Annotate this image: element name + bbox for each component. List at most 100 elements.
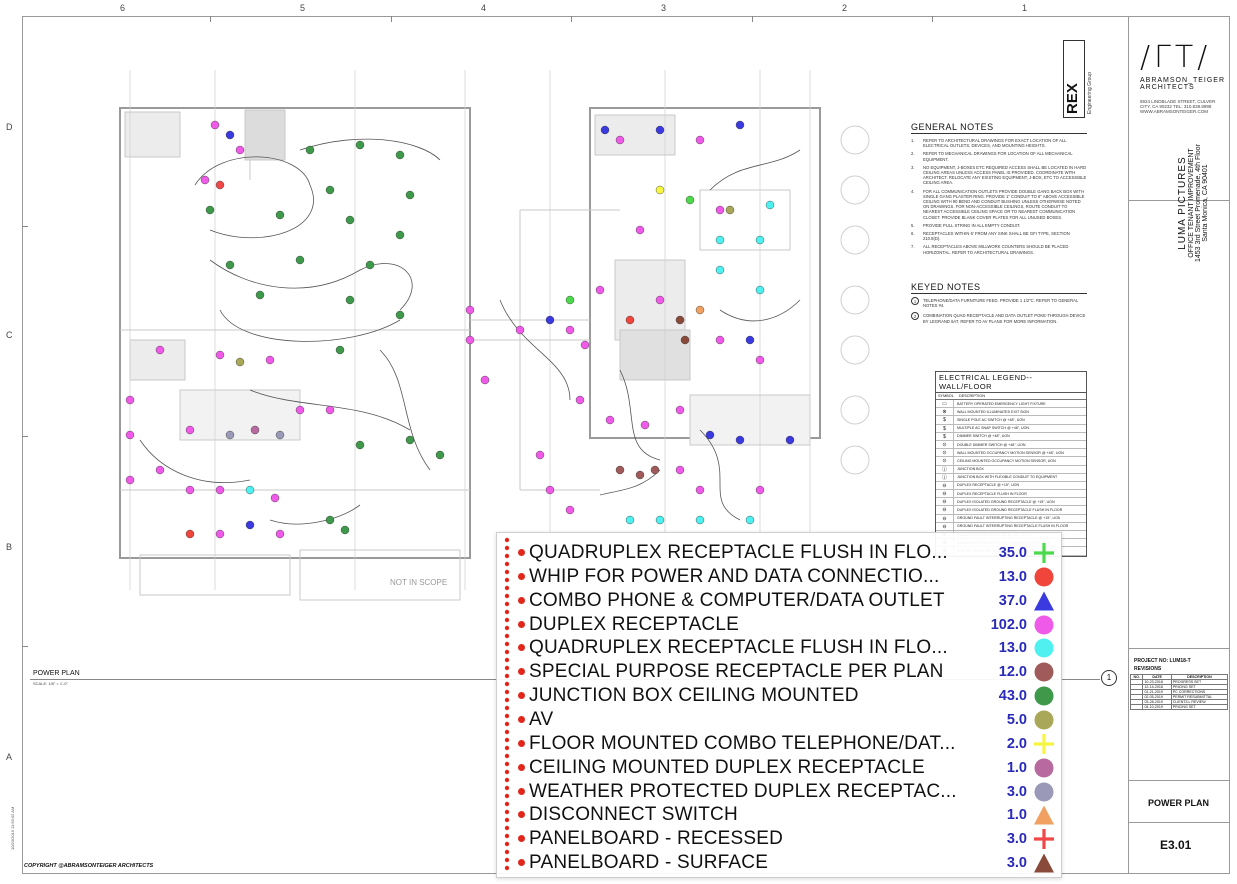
legend-item-label: QUADRUPLEX RECEPTACLE FLUSH IN FLO...	[529, 637, 948, 659]
plan-device-symbol	[705, 430, 715, 440]
plan-device-symbol	[185, 485, 195, 495]
legend-item[interactable]: JUNCTION BOX CEILING MOUNTED 43.0	[497, 684, 1063, 708]
plan-device-symbol	[655, 515, 665, 525]
legend-item[interactable]: WHIP FOR POWER AND DATA CONNECTIO... 13.0	[497, 565, 1063, 589]
engineer-name: REX	[1064, 83, 1081, 114]
triangle-symbol-icon	[1034, 591, 1054, 611]
legend-description: DOUBLE DIMMER SWITCH @ +48", UON	[957, 442, 1026, 447]
electrical-legend-table: ELECTRICAL LEGEND--WALL/FLOOR SYMBOL DES…	[935, 371, 1087, 557]
legend-item[interactable]: FLOOR MOUNTED COMBO TELEPHONE/DAT... 2.0	[497, 732, 1063, 756]
electrical-legend-row: ▭ BATTERY OPERATED EMERGENCY LIGHT FIXTUR…	[936, 400, 1086, 409]
firm-name: ABRAMSON_TEIGER ARCHITECTS	[1140, 77, 1226, 91]
plan-device-symbol	[185, 425, 195, 435]
zone-column-label: 5	[300, 3, 306, 13]
plan-device-symbol	[715, 265, 725, 275]
general-note-item: 6. RECEPTACLES WITHIN 6' FROM ANY SINK SH…	[911, 231, 1070, 242]
electrical-legend-row: $ MULTIPLE AC SNAP SWITCH @ +48", UON	[936, 424, 1086, 433]
project-description: OFFICE TENANT IMPROVEMENT	[1188, 148, 1195, 258]
legend-item-label: COMBO PHONE & COMPUTER/DATA OUTLET	[529, 589, 945, 611]
plan-device-symbol	[655, 295, 665, 305]
legend-description: DUPLEX ISOLATED GROUND RECEPTACLE @ +15"…	[957, 499, 1055, 504]
plan-device-symbol	[580, 340, 590, 350]
plan-device-symbol	[200, 175, 210, 185]
legend-description: DUPLEX RECEPTACLE @ +15", UON	[957, 483, 1020, 488]
plan-device-symbol	[715, 235, 725, 245]
legend-description: DIMMER SWITCH @ +48", UON	[957, 434, 1010, 439]
legend-item[interactable]: DISCONNECT SWITCH 1.0	[497, 803, 1063, 827]
legend-description: JUNCTION BOX	[957, 467, 984, 472]
plan-device-symbol	[155, 465, 165, 475]
legend-item[interactable]: CEILING MOUNTED DUPLEX RECEPTACLE 1.0	[497, 756, 1063, 780]
plan-device-symbol	[695, 485, 705, 495]
legend-item[interactable]: DUPLEX RECEPTACLE 102.0	[497, 613, 1063, 637]
floor-plan-drawing[interactable]: NOT IN SCOPE	[100, 50, 890, 610]
plus-symbol-icon	[1034, 543, 1054, 563]
plan-device-symbol	[245, 485, 255, 495]
legend-description: MULTIPLE AC SNAP SWITCH @ +48", UON	[957, 426, 1029, 431]
legend-item[interactable]: PANELBOARD - RECESSED 3.0	[497, 827, 1063, 851]
legend-item[interactable]: WEATHER PROTECTED DUPLEX RECEPTAC... 3.0	[497, 780, 1063, 804]
legend-item-label: QUADRUPLEX RECEPTACLE FLUSH IN FLO...	[529, 542, 948, 563]
engineer-subtitle: Engineering Group	[1087, 72, 1093, 114]
plan-device-symbol	[275, 210, 285, 220]
plan-device-symbol	[155, 345, 165, 355]
triangle-symbol-icon	[1034, 805, 1054, 825]
general-note-item: 2. REFER TO MECHANICAL DRAWINGS FOR LOCAT…	[911, 151, 1073, 162]
legend-item-label: JUNCTION BOX CEILING MOUNTED	[529, 685, 859, 707]
plan-device-symbol	[675, 465, 685, 475]
electrical-legend-row: ⊖ DUPLEX ISOLATED GROUND RECEPTACLE @ +15…	[936, 498, 1086, 507]
plan-device-symbol	[605, 415, 615, 425]
plan-device-symbol	[635, 225, 645, 235]
sheet-title: POWER PLAN	[1148, 798, 1210, 808]
symbol-count-legend[interactable]: QUADRUPLEX RECEPTACLE FLUSH IN FLO... 35.…	[496, 532, 1062, 878]
plan-device-symbol	[515, 325, 525, 335]
legend-symbol: ⊖	[936, 522, 954, 530]
zone-row-label: C	[6, 330, 13, 340]
legend-item-count: 1.0	[1006, 807, 1027, 824]
general-note-item: 3. NO EQUIPMENT, J-BOXES ETC REQUIRED ACC…	[911, 164, 1087, 186]
revisions-title: REVISIONS	[1134, 666, 1162, 672]
general-note-item: 1. REFER TO ARCHITECTURAL DRAWINGS FOR EX…	[911, 138, 1067, 149]
revision-cell: 04-10-2019	[1142, 704, 1172, 710]
legend-item-count: 3.0	[1006, 855, 1027, 872]
plan-device-symbol	[615, 135, 625, 145]
legend-item-count: 3.0	[1006, 831, 1027, 848]
legend-symbol: ⊖	[936, 490, 954, 498]
plan-device-symbol	[215, 529, 225, 539]
zone-column-label: 2	[842, 3, 848, 13]
legend-item[interactable]: PANELBOARD - SURFACE 3.0	[497, 851, 1063, 875]
legend-item-label: WHIP FOR POWER AND DATA CONNECTIO...	[529, 565, 940, 587]
bullet-icon	[518, 739, 525, 747]
plan-scale: SCALE: 1/8" = 1'-0"	[33, 681, 68, 686]
plan-device-symbol	[345, 215, 355, 225]
legend-description: BATTERY OPERATED EMERGENCY LIGHT FIXTURE	[957, 401, 1046, 406]
bullet-icon	[518, 692, 525, 700]
plan-device-symbol	[655, 185, 665, 195]
general-note-item: 5. PROVIDE PULL STRING IN ALL EMPTY CONDU…	[911, 222, 1021, 228]
project-address: 1453 3rd Street Promenade, 4th Floor	[1195, 144, 1202, 262]
legend-symbol: ⊗	[936, 408, 954, 416]
electrical-legend-row: ⊖ GROUND FAULT INTERRUPTING RECEPTACLE FL…	[936, 522, 1086, 531]
plan-device-symbol	[405, 190, 415, 200]
zone-row-label: B	[6, 542, 13, 552]
legend-description: GROUND FAULT INTERRUPTING RECEPTACLE FLU…	[957, 524, 1069, 529]
firm-address: 8924 LINDBLADE STREET, CULVER CITY, CA 9…	[1140, 99, 1216, 114]
plan-device-symbol	[125, 430, 135, 440]
legend-item[interactable]: COMBO PHONE & COMPUTER/DATA OUTLET 37.0	[497, 589, 1063, 613]
legend-item[interactable]: QUADRUPLEX RECEPTACLE FLUSH IN FLO... 35.…	[497, 541, 1063, 565]
legend-item[interactable]: QUADRUPLEX RECEPTACLE FLUSH IN FLO... 13.…	[497, 636, 1063, 660]
plan-device-symbol	[755, 485, 765, 495]
plan-device-symbol	[465, 335, 475, 345]
plan-device-symbol	[625, 315, 635, 325]
engineer-stamp: REX Engineering Group	[1063, 40, 1121, 120]
plan-device-symbol	[625, 515, 635, 525]
legend-item[interactable]: AV 5.0	[497, 708, 1063, 732]
legend-symbol: ⊖	[936, 514, 954, 522]
legend-item[interactable]: SPECIAL PURPOSE RECEPTACLE PER PLAN 12.0	[497, 660, 1063, 684]
plan-device-symbol	[325, 405, 335, 415]
general-notes-title: GENERAL NOTES	[911, 122, 1087, 134]
circle-symbol-icon	[1034, 782, 1054, 801]
electrical-legend-row: ⊙ CEILING MOUNTED OCCUPANCY MOTION SENSOR…	[936, 457, 1086, 466]
plan-device-symbol	[435, 450, 445, 460]
legend-symbol: ⊖	[936, 498, 954, 506]
